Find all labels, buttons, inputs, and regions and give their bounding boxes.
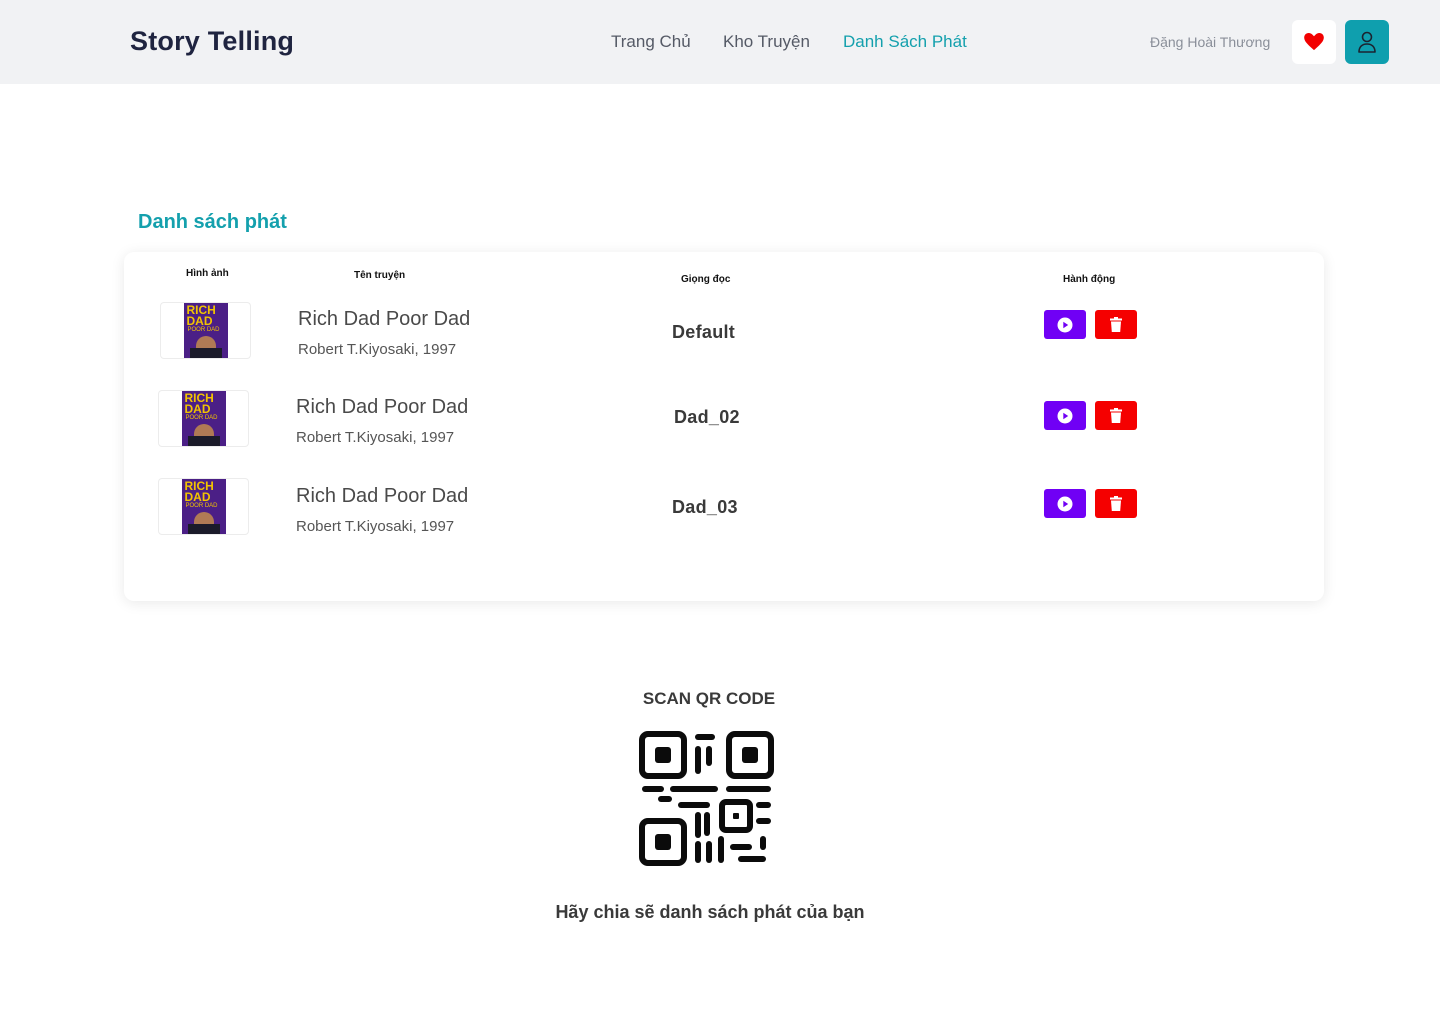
cover-portrait-suit bbox=[187, 436, 220, 446]
story-title[interactable]: Rich Dad Poor Dad bbox=[298, 308, 470, 331]
voice-name: Dad_03 bbox=[672, 497, 738, 517]
qr-code[interactable] bbox=[638, 730, 775, 867]
cover-subtitle: POOR DAD bbox=[185, 415, 218, 421]
playlist-card: Hình ảnh Tên truyện Giọng đọc Hành động … bbox=[124, 252, 1324, 601]
trash-icon bbox=[1110, 408, 1122, 423]
share-message: Hãy chia sẽ danh sách phát của bạn bbox=[555, 902, 865, 922]
play-button[interactable] bbox=[1044, 401, 1086, 430]
favorites-button[interactable] bbox=[1292, 20, 1336, 64]
cover-portrait-suit bbox=[187, 524, 220, 534]
story-title[interactable]: Rich Dad Poor Dad bbox=[296, 485, 468, 508]
table-row: RICH DAD POOR DAD Rich Dad Poor Dad Robe… bbox=[124, 300, 1324, 370]
user-icon bbox=[1358, 31, 1376, 53]
column-header-title: Tên truyện bbox=[354, 270, 406, 281]
book-cover-frame: RICH DAD POOR DAD bbox=[158, 390, 249, 447]
play-icon bbox=[1057, 496, 1073, 511]
play-icon bbox=[1057, 317, 1073, 332]
story-title[interactable]: Rich Dad Poor Dad bbox=[296, 396, 468, 419]
story-author: Robert T.Kiyosaki, 1997 bbox=[296, 518, 455, 535]
play-button[interactable] bbox=[1044, 310, 1086, 339]
story-author: Robert T.Kiyosaki, 1997 bbox=[296, 429, 455, 446]
cover-portrait-suit bbox=[189, 348, 222, 358]
play-icon bbox=[1057, 408, 1073, 423]
top-navigation-bar: Story Telling Trang Chủ Kho Truyện Danh … bbox=[0, 0, 1440, 84]
playlist-heading: Danh sách phát bbox=[138, 211, 287, 233]
nav-home[interactable]: Trang Chủ bbox=[611, 32, 691, 52]
column-header-image: Hình ảnh bbox=[186, 268, 229, 279]
cover-subtitle: POOR DAD bbox=[185, 503, 218, 509]
delete-button[interactable] bbox=[1095, 401, 1137, 430]
table-row: RICH DAD POOR DAD Rich Dad Poor Dad Robe… bbox=[124, 477, 1324, 547]
story-author: Robert T.Kiyosaki, 1997 bbox=[298, 341, 457, 358]
qr-code-icon bbox=[639, 731, 774, 866]
profile-button[interactable] bbox=[1345, 20, 1389, 64]
book-cover-image[interactable]: RICH DAD POOR DAD bbox=[181, 479, 226, 534]
brand-logo[interactable]: Story Telling bbox=[130, 26, 294, 57]
voice-name: Default bbox=[672, 322, 736, 342]
cover-title: RICH DAD bbox=[184, 479, 214, 504]
user-name[interactable]: Đặng Hoài Thương bbox=[1150, 34, 1270, 50]
trash-icon bbox=[1110, 496, 1122, 511]
nav-library[interactable]: Kho Truyện bbox=[723, 32, 810, 52]
cover-subtitle: POOR DAD bbox=[187, 327, 220, 333]
qr-heading: SCAN QR CODE bbox=[642, 689, 776, 708]
delete-button[interactable] bbox=[1095, 310, 1137, 339]
cover-title: RICH DAD bbox=[184, 391, 214, 416]
book-cover-frame: RICH DAD POOR DAD bbox=[160, 302, 251, 359]
table-row: RICH DAD POOR DAD Rich Dad Poor Dad Robe… bbox=[124, 388, 1324, 458]
nav-playlist[interactable]: Danh Sách Phát bbox=[843, 32, 967, 52]
book-cover-frame: RICH DAD POOR DAD bbox=[158, 478, 249, 535]
column-header-voice: Giọng đọc bbox=[681, 274, 731, 285]
delete-button[interactable] bbox=[1095, 489, 1137, 518]
book-cover-image[interactable]: RICH DAD POOR DAD bbox=[181, 391, 226, 446]
cover-title: RICH DAD bbox=[186, 303, 216, 328]
heart-icon bbox=[1304, 33, 1324, 51]
column-header-actions: Hành động bbox=[1063, 274, 1116, 285]
book-cover-image[interactable]: RICH DAD POOR DAD bbox=[183, 303, 228, 358]
play-button[interactable] bbox=[1044, 489, 1086, 518]
trash-icon bbox=[1110, 317, 1122, 332]
voice-name: Dad_02 bbox=[674, 407, 740, 427]
